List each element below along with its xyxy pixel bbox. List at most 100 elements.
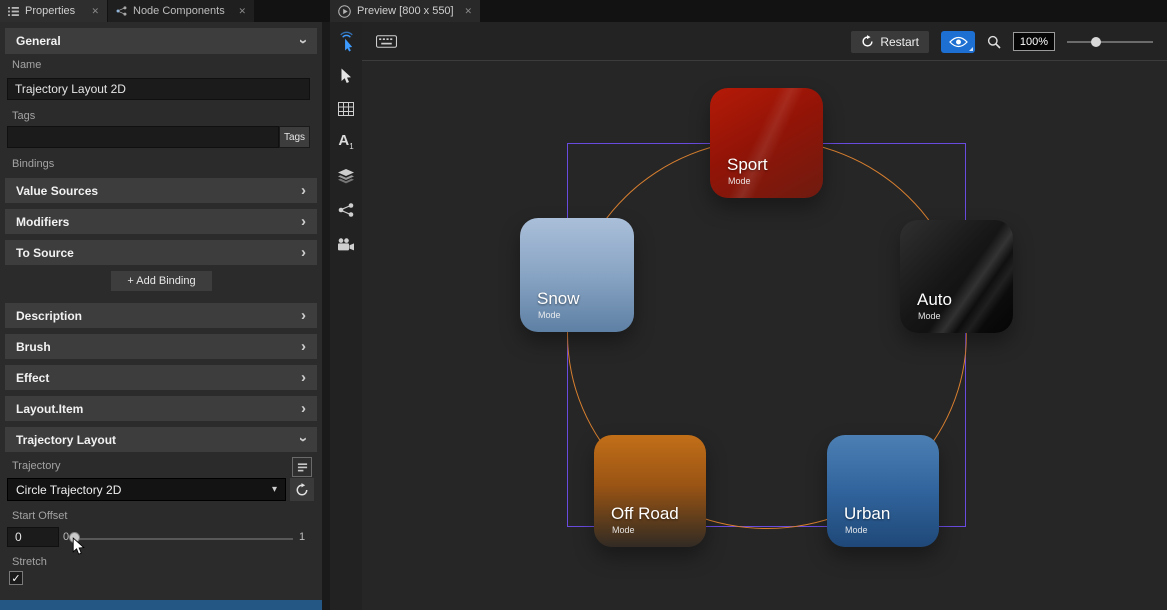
interaction-tool-button[interactable] [334, 29, 358, 55]
tags-label: Tags [12, 110, 35, 122]
trajectory-picker-button[interactable] [292, 457, 312, 477]
properties-list-icon [8, 7, 19, 16]
chevron-right-icon: › [301, 245, 306, 260]
tile-auto[interactable]: Auto Mode [900, 220, 1013, 333]
section-label: Trajectory Layout [16, 433, 116, 447]
zoom-level-box[interactable]: 100% [1013, 32, 1055, 51]
chevron-down-icon: › [296, 437, 311, 442]
tab-preview[interactable]: Preview [800 x 550] ✕ [330, 0, 480, 22]
check-icon: ✓ [11, 572, 20, 585]
preview-canvas[interactable]: Sport Mode Snow Mode Auto Mode Off Road … [362, 61, 1167, 610]
node-components-icon [116, 6, 127, 16]
start-offset-input[interactable] [7, 527, 59, 547]
row-label: To Source [16, 246, 74, 260]
chevron-right-icon: › [301, 401, 306, 416]
reset-trajectory-button[interactable] [290, 478, 314, 501]
touch-click-icon [337, 31, 356, 53]
start-offset-slider-track[interactable] [74, 538, 293, 540]
section-row-effect[interactable]: Effect › [5, 365, 317, 390]
zoom-level-value: 100% [1020, 36, 1048, 48]
trajectory-dropdown-value: Circle Trajectory 2D [16, 483, 121, 497]
tab-properties[interactable]: Properties ✕ [0, 0, 107, 22]
zoom-slider-handle[interactable] [1091, 37, 1101, 47]
tile-subtitle: Mode [612, 525, 635, 535]
bindings-label: Bindings [12, 158, 54, 170]
list-lines-icon [297, 462, 308, 473]
tab-preview-label: Preview [800 x 550] [357, 5, 454, 17]
tab-node-components-label: Node Components [133, 5, 225, 17]
zoom-slider-track[interactable] [1067, 41, 1153, 43]
name-label: Name [12, 59, 41, 71]
camera-icon [337, 238, 355, 251]
close-icon[interactable]: ✕ [91, 7, 99, 16]
close-icon[interactable]: ✕ [238, 7, 246, 16]
tile-snow[interactable]: Snow Mode [520, 218, 634, 332]
stretch-checkbox[interactable]: ✓ [9, 571, 23, 585]
tile-subtitle: Mode [538, 310, 561, 320]
node-graph-tool-button[interactable] [334, 197, 358, 223]
app-window: Properties ✕ Node Components ✕ Preview [… [0, 0, 1167, 610]
pointer-arrow-icon [340, 68, 352, 84]
row-label: Description [16, 309, 82, 323]
row-label: Value Sources [16, 184, 98, 198]
zoom-button[interactable] [987, 35, 1001, 49]
zoom-slider[interactable] [1067, 36, 1153, 48]
tab-bar: Properties ✕ Node Components ✕ Preview [… [0, 0, 1167, 22]
chevron-right-icon: › [301, 183, 306, 198]
row-label: Brush [16, 340, 51, 354]
binding-row-modifiers[interactable]: Modifiers › [5, 209, 317, 234]
grid-tool-button[interactable] [334, 96, 358, 122]
tile-subtitle: Mode [728, 176, 751, 186]
grid-icon [338, 102, 354, 116]
chevron-right-icon: › [301, 370, 306, 385]
preview-toolbar: Restart 100% [362, 22, 1167, 61]
tags-button[interactable]: Tags [279, 126, 310, 148]
properties-panel: General › Name Tags Tags Bindings Value … [0, 22, 322, 610]
tab-node-components[interactable]: Node Components ✕ [108, 0, 254, 22]
tile-title: Snow [537, 289, 580, 309]
row-label: Modifiers [16, 215, 69, 229]
name-input[interactable] [7, 78, 310, 100]
binding-row-to-source[interactable]: To Source › [5, 240, 317, 265]
chevron-right-icon: › [301, 339, 306, 354]
slider-max-label: 1 [299, 531, 305, 543]
tile-title: Off Road [611, 504, 679, 524]
select-tool-button[interactable] [334, 63, 358, 89]
row-label: Effect [16, 371, 49, 385]
tile-off-road[interactable]: Off Road Mode [594, 435, 706, 547]
section-row-brush[interactable]: Brush › [5, 334, 317, 359]
magnifier-icon [987, 35, 1001, 49]
tile-title: Urban [844, 504, 890, 524]
tile-subtitle: Mode [918, 311, 941, 321]
node-graph-icon [338, 203, 354, 217]
tile-title: Auto [917, 290, 952, 310]
restart-button[interactable]: Restart [851, 31, 929, 53]
binding-row-value-sources[interactable]: Value Sources › [5, 178, 317, 203]
text-tool-button[interactable]: A1 [334, 129, 358, 155]
restart-icon [861, 35, 874, 48]
eye-icon [949, 36, 968, 48]
restart-label: Restart [880, 35, 919, 49]
section-header-general[interactable]: General › [5, 28, 317, 54]
section-row-description[interactable]: Description › [5, 303, 317, 328]
section-header-trajectory-layout[interactable]: Trajectory Layout › [5, 427, 317, 452]
chevron-right-icon: › [301, 214, 306, 229]
virtual-keyboard-button[interactable] [373, 31, 399, 51]
trajectory-dropdown[interactable]: Circle Trajectory 2D ▾ [7, 478, 286, 501]
tags-input[interactable] [7, 126, 279, 148]
panel-bottom-scrollbar [0, 600, 322, 610]
visibility-button[interactable] [941, 31, 975, 53]
tile-sport[interactable]: Sport Mode [710, 88, 823, 198]
close-icon[interactable]: ✕ [464, 7, 472, 16]
camera-tool-button[interactable] [334, 231, 358, 257]
tile-urban[interactable]: Urban Mode [827, 435, 939, 547]
row-label: Layout.Item [16, 402, 83, 416]
preview-tool-column: A1 [330, 22, 362, 610]
section-row-layout-item[interactable]: Layout.Item › [5, 396, 317, 421]
chevron-down-icon: › [296, 39, 311, 44]
layers-icon [338, 169, 354, 184]
start-offset-label: Start Offset [12, 510, 67, 522]
layers-tool-button[interactable] [334, 163, 358, 189]
add-binding-button[interactable]: + Add Binding [111, 271, 212, 291]
tab-properties-label: Properties [25, 5, 75, 17]
